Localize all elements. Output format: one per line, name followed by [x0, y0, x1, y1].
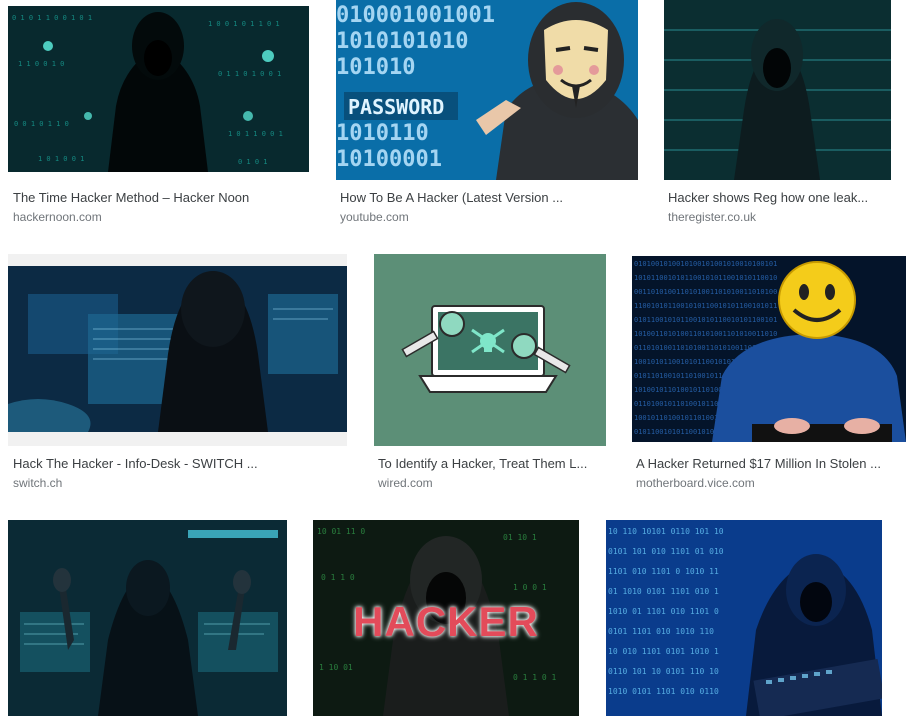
svg-text:001101010011010100110101001101: 0011010100110101001101010011010100 [634, 288, 777, 296]
svg-text:0 1 1 0 1 0 0 1: 0 1 1 0 1 0 0 1 [218, 70, 281, 78]
svg-text:10 01 11 0: 10 01 11 0 [317, 527, 365, 536]
result-source: wired.com [378, 476, 433, 490]
svg-text:1101 010 1101 0 1010 11: 1101 010 1101 0 1010 11 [608, 567, 719, 576]
svg-text:101011001010110010101100101011: 1010110010101100101011001010110010 [634, 274, 777, 282]
svg-text:010100101001010010100101001010: 0101001010010100101001010010100101 [634, 260, 777, 268]
result-source: theregister.co.uk [668, 210, 757, 224]
result-source: switch.ch [13, 476, 63, 490]
result-title[interactable]: A Hacker Returned $17 Million In Stolen … [636, 456, 900, 471]
svg-text:110010101100101011001010110010: 1100101011001010110010101100101011 [634, 302, 777, 310]
svg-text:1 10 01: 1 10 01 [319, 663, 353, 672]
svg-text:0101 101 010 1101 01 010: 0101 101 010 1101 01 010 [608, 547, 724, 556]
svg-text:1010 0101 1101 010 0110: 1010 0101 1101 010 0110 [608, 687, 719, 696]
svg-text:01 10 1: 01 10 1 [503, 533, 537, 542]
result-image[interactable]: 10 110 10101 0110 101 10 0101 101 010 11… [606, 520, 882, 716]
result-image[interactable] [374, 254, 606, 446]
result-source: motherboard.vice.com [636, 476, 755, 490]
hacker-overlay-text: HACKER [353, 598, 539, 645]
svg-text:1010101010: 1010101010 [336, 29, 468, 54]
result-image[interactable] [8, 520, 287, 716]
svg-text:1 1 0 0 1 0: 1 1 0 0 1 0 [18, 60, 64, 68]
svg-text:PASSWORD: PASSWORD [348, 95, 444, 119]
svg-text:101001101010011010100110101001: 1010011010100110101001101010011010 [634, 330, 777, 338]
svg-text:0110 101 10 0101 110 10: 0110 101 10 0101 110 10 [608, 667, 719, 676]
svg-text:010001001001: 010001001001 [336, 3, 495, 28]
svg-text:10 110 10101 0110 101 10: 10 110 10101 0110 101 10 [608, 527, 724, 536]
svg-text:10100001: 10100001 [336, 147, 442, 172]
svg-text:0 1 0 1: 0 1 0 1 [238, 158, 268, 166]
result-image[interactable] [8, 254, 347, 446]
svg-text:0 0 1 0 1 1 0: 0 0 1 0 1 1 0 [14, 120, 69, 128]
svg-text:0 1 1 0 1: 0 1 1 0 1 [513, 673, 557, 682]
result-image[interactable]: 10 01 11 0 01 10 1 0 1 1 0 1 0 0 1 1 10 01… [313, 520, 579, 716]
result-source: youtube.com [340, 210, 409, 224]
svg-text:101010: 101010 [336, 55, 415, 80]
svg-text:0101 1101 010 1010 110: 0101 1101 010 1010 110 [608, 627, 714, 636]
svg-text:0 1 1 0: 0 1 1 0 [321, 573, 355, 582]
svg-text:01 1010 0101 1101 010 1: 01 1010 0101 1101 010 1 [608, 587, 719, 596]
result-image[interactable] [664, 0, 891, 180]
result-title[interactable]: Hacker shows Reg how one leak... [668, 190, 883, 205]
svg-text:1010 01 1101 010 1101 0: 1010 01 1101 010 1101 0 [608, 607, 719, 616]
result-image[interactable]: 0101001010010100101001010010100101 10101… [632, 256, 906, 442]
svg-text:1 0 1 1 0 0 1: 1 0 1 1 0 0 1 [228, 130, 283, 138]
result-image[interactable]: 0 1 0 1 1 0 0 1 0 1 1 0 0 1 0 1 1 0 1 1 1… [8, 6, 309, 172]
svg-text:0 1 0 1 1 0 0 1 0 1: 0 1 0 1 1 0 0 1 0 1 [12, 14, 92, 22]
svg-text:1 0 0 1: 1 0 0 1 [513, 583, 547, 592]
result-title[interactable]: The Time Hacker Method – Hacker Noon [13, 190, 303, 205]
result-source: hackernoon.com [13, 210, 102, 224]
result-image[interactable]: 010001001001 1010101010 101010 1010110 1… [336, 0, 638, 180]
result-title[interactable]: Hack The Hacker - Info-Desk - SWITCH ... [13, 456, 343, 471]
result-title[interactable]: To Identify a Hacker, Treat Them L... [378, 456, 600, 471]
svg-text:1010110: 1010110 [336, 121, 429, 146]
result-title[interactable]: How To Be A Hacker (Latest Version ... [340, 190, 632, 205]
svg-text:1 0 1 0 0 1: 1 0 1 0 0 1 [38, 155, 84, 163]
svg-text:010110010101100101011001010110: 0101100101011001010110010101100101 [634, 316, 777, 324]
svg-text:1 0 0 1 0 1 1 0 1: 1 0 0 1 0 1 1 0 1 [208, 20, 280, 28]
svg-text:10 010 1101 0101 1010 1: 10 010 1101 0101 1010 1 [608, 647, 719, 656]
